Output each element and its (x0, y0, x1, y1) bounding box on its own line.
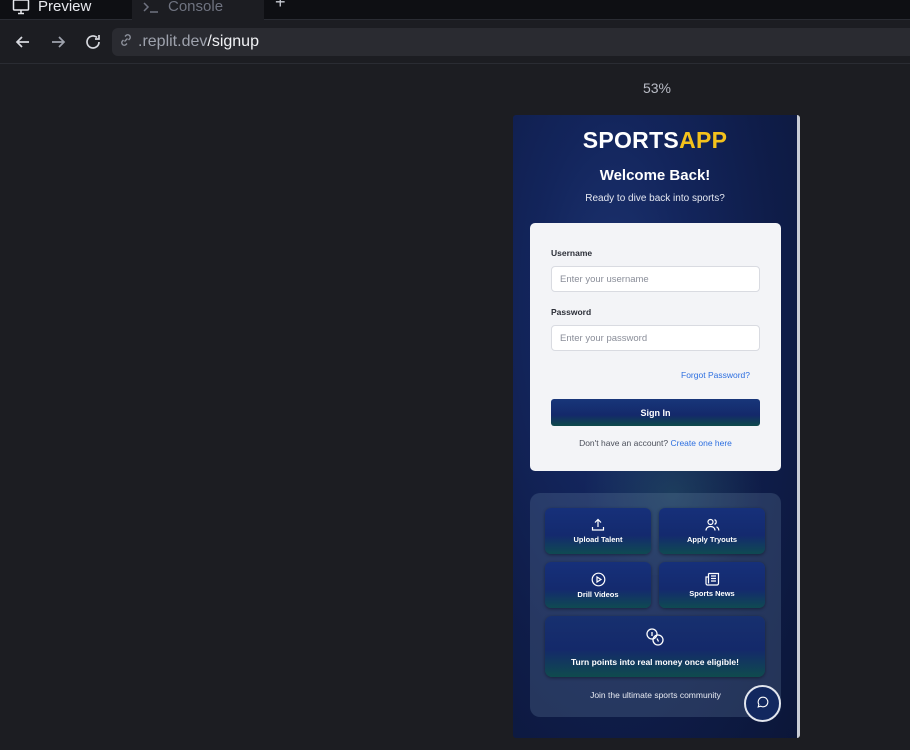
drill-videos-label: Drill Videos (577, 589, 619, 599)
username-label: Username (551, 248, 593, 258)
welcome-heading: Welcome Back! (599, 167, 711, 184)
play-circle-icon (591, 572, 606, 587)
features-panel: Upload Talent Apply Tryouts Drill Videos… (530, 493, 781, 717)
zoom-level: 53% (642, 80, 672, 96)
tab-preview-label: Preview (38, 0, 92, 15)
password-input[interactable]: Enter your password (551, 325, 760, 351)
back-button[interactable] (13, 32, 33, 52)
forgot-password-link[interactable]: Forgot Password? (681, 370, 750, 380)
newspaper-icon (704, 572, 720, 586)
chat-icon (756, 695, 769, 713)
password-label: Password (551, 307, 592, 317)
coins-icon (645, 627, 665, 649)
upload-talent-tile[interactable]: Upload Talent (545, 508, 651, 554)
logo-accent: APP (679, 127, 728, 153)
upload-icon (591, 518, 605, 532)
create-account-text: Don't have an account? Create one here (530, 438, 781, 448)
apply-tryouts-label: Apply Tryouts (686, 535, 737, 544)
login-card: Username Enter your username Password En… (530, 223, 781, 471)
logo-main: SPORTS (582, 127, 680, 153)
link-icon (118, 32, 134, 53)
tab-preview[interactable]: Preview (12, 0, 91, 20)
url-domain: .replit.dev (138, 33, 208, 50)
users-icon (704, 518, 720, 532)
rewards-text: Turn points into real money once eligibl… (571, 656, 739, 667)
sports-news-tile[interactable]: Sports News (659, 562, 765, 608)
create-account-link[interactable]: Create one here (670, 438, 731, 448)
sign-in-button[interactable]: Sign In (551, 399, 760, 426)
drill-videos-tile[interactable]: Drill Videos (545, 562, 651, 608)
tab-console[interactable]: Console (132, 0, 264, 20)
apply-tryouts-tile[interactable]: Apply Tryouts (659, 508, 765, 554)
tab-console-label: Console (168, 0, 224, 15)
url-path: /signup (207, 33, 259, 50)
forward-button[interactable] (48, 32, 68, 52)
upload-talent-label: Upload Talent (573, 535, 623, 544)
new-tab-button[interactable]: + (275, 0, 286, 13)
username-input[interactable]: Enter your username (551, 266, 760, 292)
url-field[interactable]: .replit.dev/signup (112, 28, 910, 56)
terminal-icon (142, 0, 160, 14)
rewards-banner[interactable]: Turn points into real money once eligibl… (545, 616, 765, 677)
monitor-icon (12, 0, 30, 15)
no-account-text: Don't have an account? (579, 438, 669, 448)
sports-news-label: Sports News (689, 589, 735, 598)
tab-bar: Preview Console + (0, 0, 910, 20)
app-preview: SPORTSAPP Welcome Back! Ready to dive ba… (513, 115, 800, 738)
chat-button[interactable] (744, 685, 781, 722)
welcome-subtitle: Ready to dive back into sports? (585, 193, 725, 204)
address-bar: .replit.dev/signup (0, 20, 910, 64)
reload-button[interactable] (83, 32, 103, 52)
app-logo: SPORTSAPP (513, 127, 797, 154)
community-text: Join the ultimate sports community (590, 690, 721, 700)
